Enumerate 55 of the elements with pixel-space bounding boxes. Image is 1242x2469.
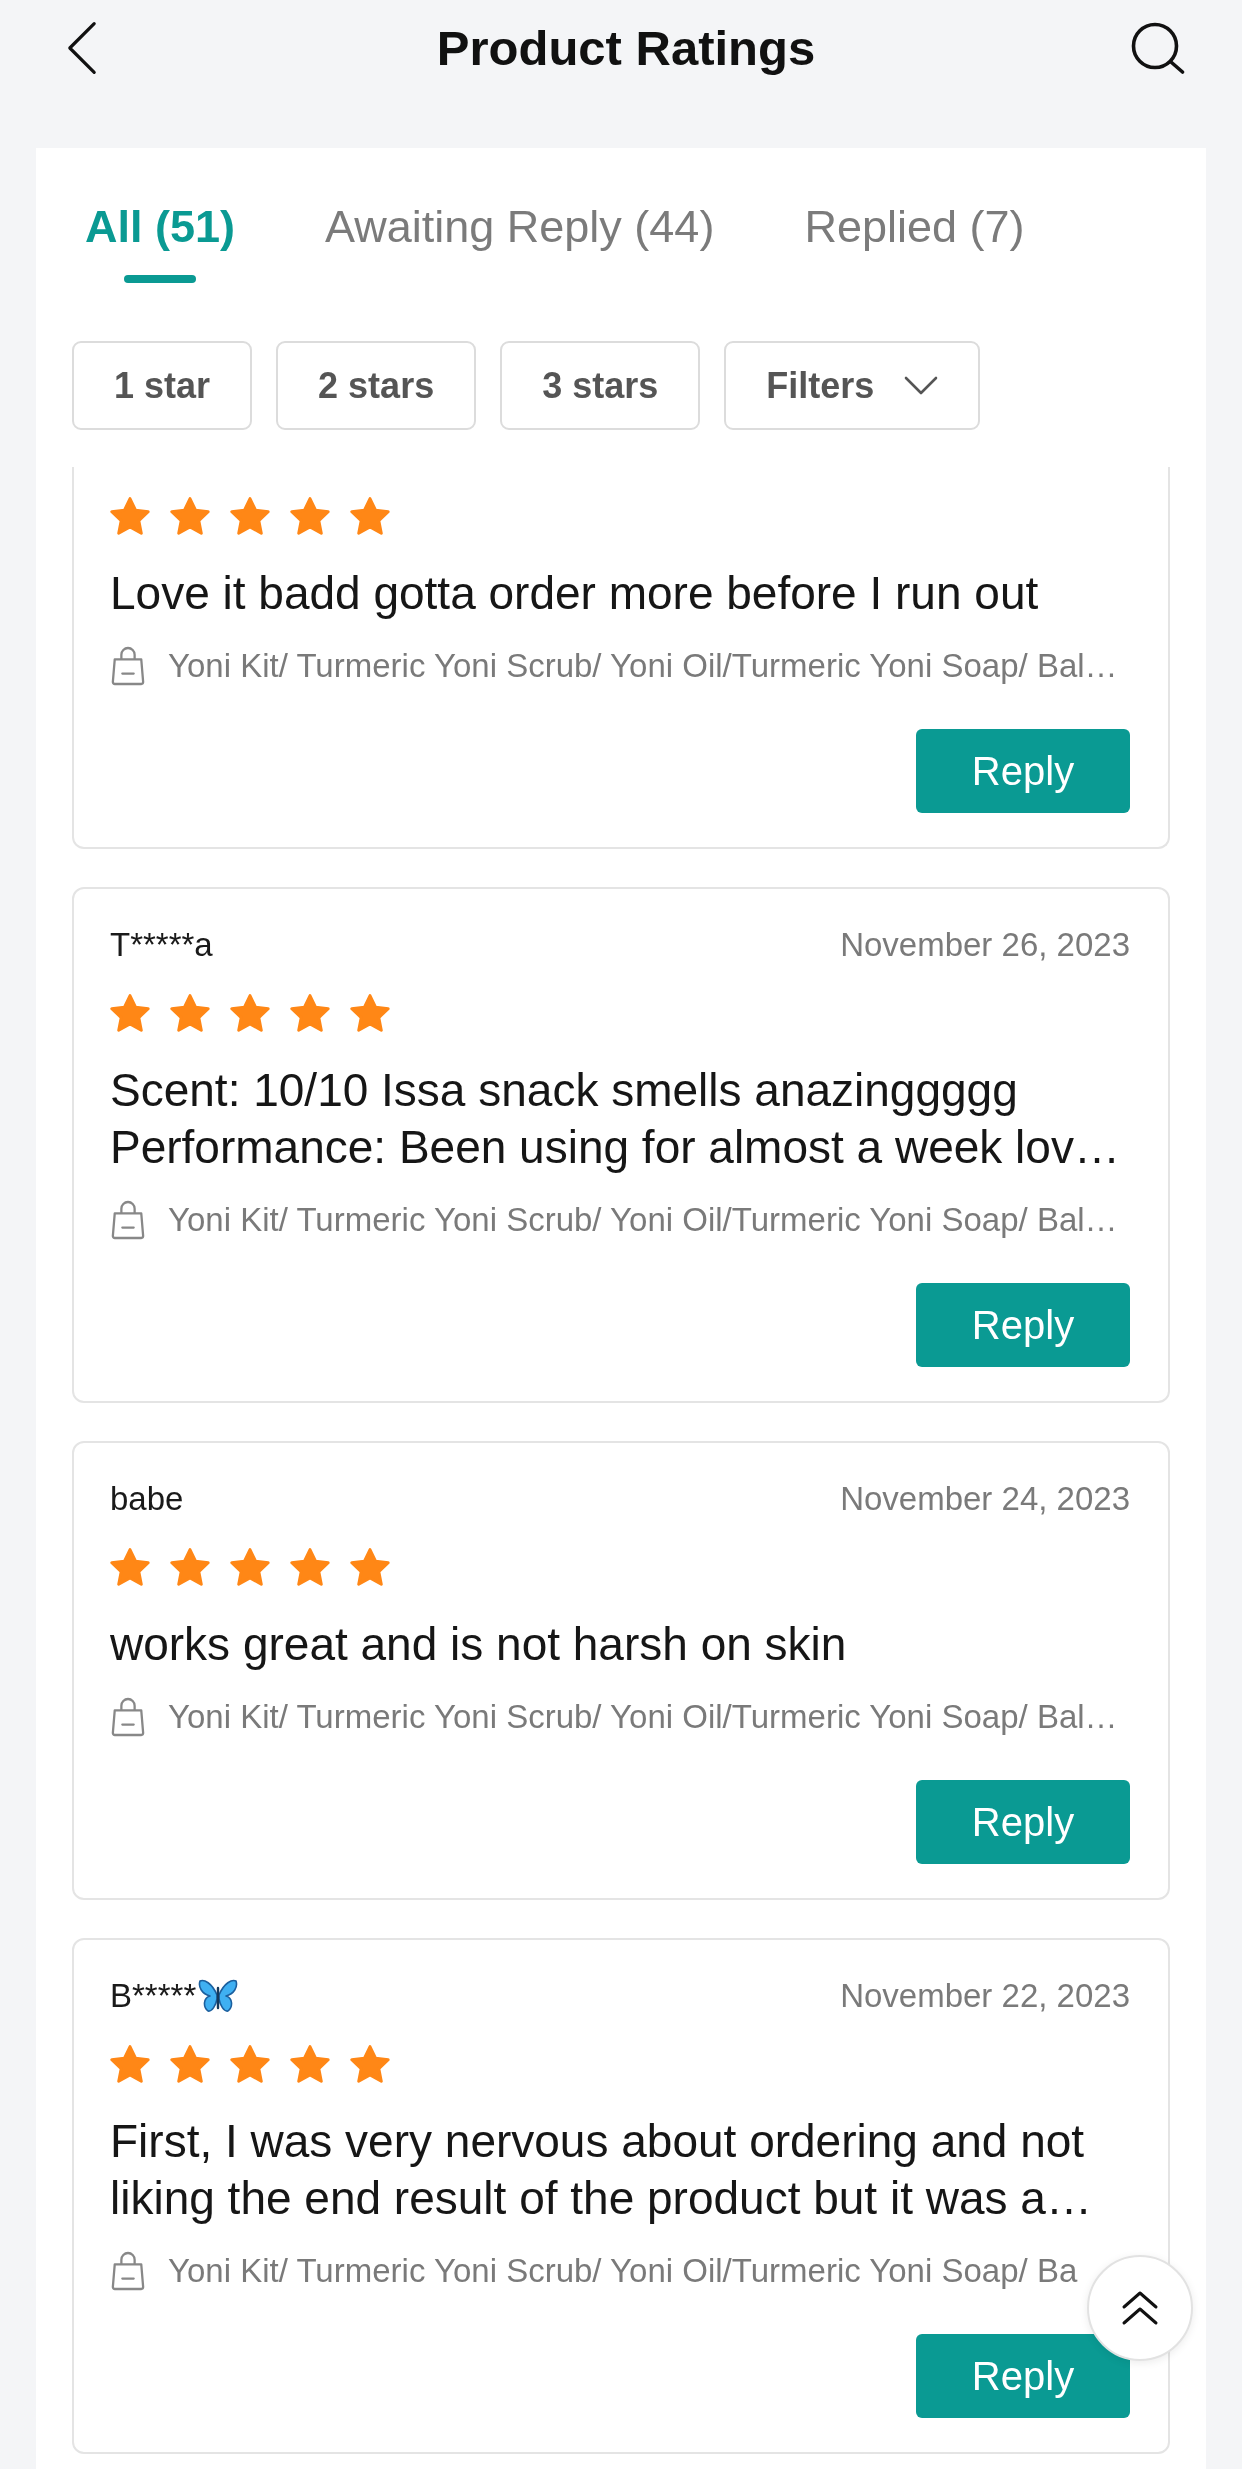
review-date: November 24, 2023 — [840, 1479, 1130, 1519]
filter-chip[interactable]: 1 star — [72, 341, 253, 430]
tab[interactable]: Awaiting Reply (44) — [325, 200, 715, 254]
tab[interactable]: Replied (7) — [804, 200, 1025, 254]
page-title: Product Ratings — [436, 20, 816, 77]
search-icon[interactable] — [1131, 22, 1185, 74]
star-icon — [110, 2045, 150, 2083]
review-date: November 26, 2023 — [840, 925, 1130, 965]
review-text: works great and is not harsh on skin — [110, 1617, 848, 1672]
review-text: Scent: 10/10 Issa snack smells anazinggggg Performance: Been using for almost a week lov… — [110, 1063, 1121, 1175]
star-icon — [110, 1548, 150, 1586]
star-icon — [230, 2045, 270, 2083]
filter-chip[interactable]: 3 stars — [500, 341, 701, 430]
reviewer-name: babe — [110, 1479, 184, 1519]
star-icon — [350, 497, 390, 535]
star-icon — [170, 994, 210, 1032]
star-icon — [290, 497, 330, 535]
filter-chip[interactable]: 2 stars — [276, 341, 477, 430]
star-icon — [350, 2045, 390, 2083]
star-icon — [170, 1548, 210, 1586]
back-icon[interactable] — [67, 21, 97, 75]
double-chevron-up-icon — [1121, 2290, 1159, 2326]
reply-button[interactable]: Reply — [916, 1283, 1130, 1367]
star-icon — [350, 1548, 390, 1586]
product-name: Yoni Kit/ Turmeric Yoni Scrub/ Yoni Oil/Turmeric Yoni Soap/ Ba — [168, 2251, 1078, 2291]
tab-indicator — [124, 275, 196, 283]
product-name: Yoni Kit/ Turmeric Yoni Scrub/ Yoni Oil/Turmeric Yoni Soap/ Bal… — [168, 646, 1118, 686]
star-icon — [350, 994, 390, 1032]
shopping-bag-icon — [110, 1200, 146, 1240]
reviewer-name: B***** — [110, 1976, 197, 2016]
star-icon — [110, 994, 150, 1032]
star-icon — [290, 994, 330, 1032]
product-name: Yoni Kit/ Turmeric Yoni Scrub/ Yoni Oil/Turmeric Yoni Soap/ Bal… — [168, 1200, 1118, 1240]
reply-button[interactable]: Reply — [916, 1780, 1130, 1864]
star-icon — [230, 994, 270, 1032]
star-icon — [170, 497, 210, 535]
shopping-bag-icon — [110, 646, 146, 686]
review-text: Love it badd gotta order more before I run out — [110, 566, 1040, 621]
reviewer-name: T*****a — [110, 925, 213, 965]
star-icon — [290, 2045, 330, 2083]
reply-button[interactable]: Reply — [916, 729, 1130, 813]
tab[interactable]: All (51) — [85, 200, 236, 283]
shopping-bag-icon — [110, 1697, 146, 1737]
star-icon — [170, 2045, 210, 2083]
star-icon — [290, 1548, 330, 1586]
product-name: Yoni Kit/ Turmeric Yoni Scrub/ Yoni Oil/Turmeric Yoni Soap/ Bal… — [168, 1697, 1118, 1737]
reply-button[interactable]: Reply — [916, 2334, 1130, 2418]
review-text: First, I was very nervous about ordering and not liking the end result of the product but it was a… — [110, 2114, 1093, 2226]
star-icon — [230, 497, 270, 535]
filters-dropdown[interactable]: Filters — [724, 341, 981, 430]
star-icon — [230, 1548, 270, 1586]
star-icon — [110, 497, 150, 535]
shopping-bag-icon — [110, 2251, 146, 2291]
review-date: November 22, 2023 — [840, 1976, 1130, 2016]
chevron-down-icon — [904, 375, 939, 396]
